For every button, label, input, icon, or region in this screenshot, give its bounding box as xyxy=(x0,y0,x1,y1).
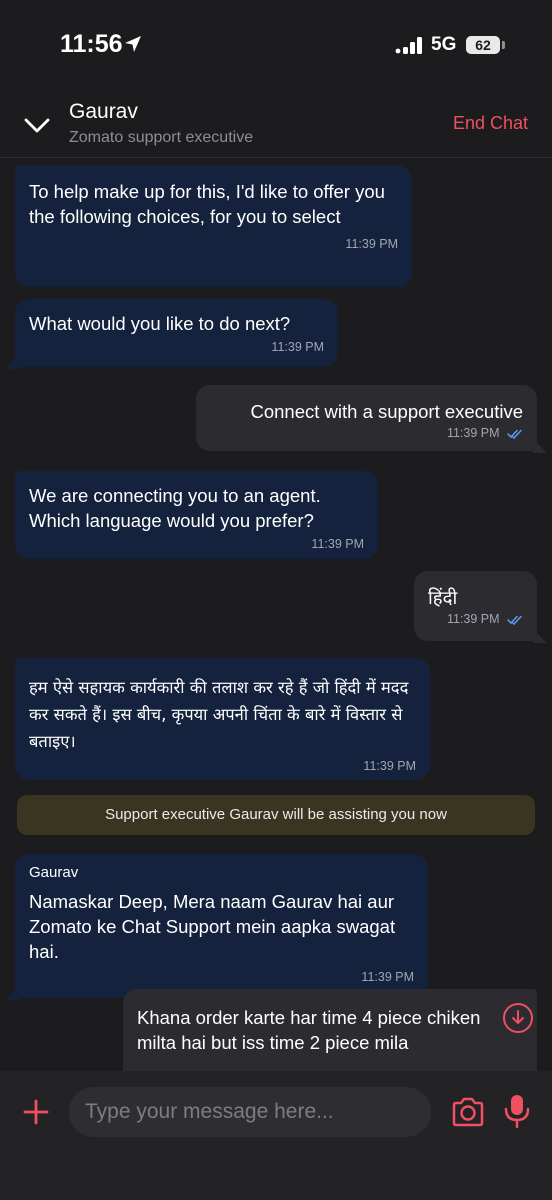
chevron-down-icon[interactable] xyxy=(20,108,54,142)
battery-nub xyxy=(502,41,505,49)
message-bubble: What would you like to do next? 11:39 PM xyxy=(15,299,338,367)
message-text: What would you like to do next? xyxy=(29,313,291,334)
message-text: To help make up for this, I'd like to of… xyxy=(29,181,385,227)
agent-role: Zomato support executive xyxy=(69,129,254,146)
arrow-down-icon xyxy=(512,1010,524,1024)
network-type: 5G xyxy=(431,34,457,55)
message-text: Connect with a support executive xyxy=(250,401,523,422)
message-time: 11:39 PM xyxy=(446,426,500,440)
message-bubble: Khana order karte har time 4 piece chike… xyxy=(123,989,537,1071)
status-bar: 11:56 5G 62 xyxy=(0,0,552,92)
end-chat-button[interactable]: End Chat xyxy=(453,113,528,134)
chat-header: Gaurav Zomato support executive End Chat xyxy=(0,92,552,158)
location-arrow-icon xyxy=(125,36,141,52)
message-time: 11:39 PM xyxy=(311,537,364,551)
message-time: 11:39 PM xyxy=(361,970,414,984)
message-bubble: हिंदी 11:39 PM xyxy=(414,571,537,641)
message-bubble: हम ऐसे सहायक कार्यकारी की तलाश कर रहे है… xyxy=(15,658,430,780)
message-bubble: Connect with a support executive 11:39 P… xyxy=(196,385,537,451)
system-notice-banner: Support executive Gaurav will be assisti… xyxy=(17,795,535,835)
scroll-to-bottom-button[interactable] xyxy=(503,1003,533,1033)
plus-icon[interactable] xyxy=(22,1098,50,1126)
message-time: 11:39 PM xyxy=(271,340,324,354)
message-text: हम ऐसे सहायक कार्यकारी की तलाश कर रहे है… xyxy=(29,678,409,751)
cellular-signal-icon xyxy=(395,37,422,54)
bubble-tail xyxy=(533,629,547,643)
message-input[interactable] xyxy=(69,1087,431,1137)
message-time: 11:39 PM xyxy=(345,237,398,251)
bubble-tail xyxy=(533,439,547,453)
message-text: Khana order karte har time 4 piece chike… xyxy=(137,1007,481,1053)
bubble-tail xyxy=(5,355,19,369)
message-list[interactable]: To help make up for this, I'd like to of… xyxy=(0,159,552,1071)
camera-icon[interactable] xyxy=(450,1094,486,1130)
read-receipt-icon xyxy=(507,429,522,439)
microphone-icon[interactable] xyxy=(503,1093,531,1129)
message-text: हिंदी xyxy=(428,587,458,608)
message-time: 11:39 PM xyxy=(446,612,500,626)
battery-level: 62 xyxy=(475,37,491,53)
message-sender: Gaurav xyxy=(29,864,79,881)
message-time: 11:39 PM xyxy=(363,759,416,773)
status-time: 11:56 xyxy=(60,30,123,58)
message-composer xyxy=(0,1071,552,1200)
message-text: We are connecting you to an agent. Which… xyxy=(29,485,321,531)
message-bubble: To help make up for this, I'd like to of… xyxy=(15,165,412,287)
message-bubble: We are connecting you to an agent. Which… xyxy=(15,471,378,559)
message-bubble: Gaurav Namaskar Deep, Mera naam Gaurav h… xyxy=(15,854,428,998)
message-text: Namaskar Deep, Mera naam Gaurav hai aur … xyxy=(29,891,396,962)
agent-name: Gaurav xyxy=(69,100,138,123)
read-receipt-icon xyxy=(507,615,522,625)
